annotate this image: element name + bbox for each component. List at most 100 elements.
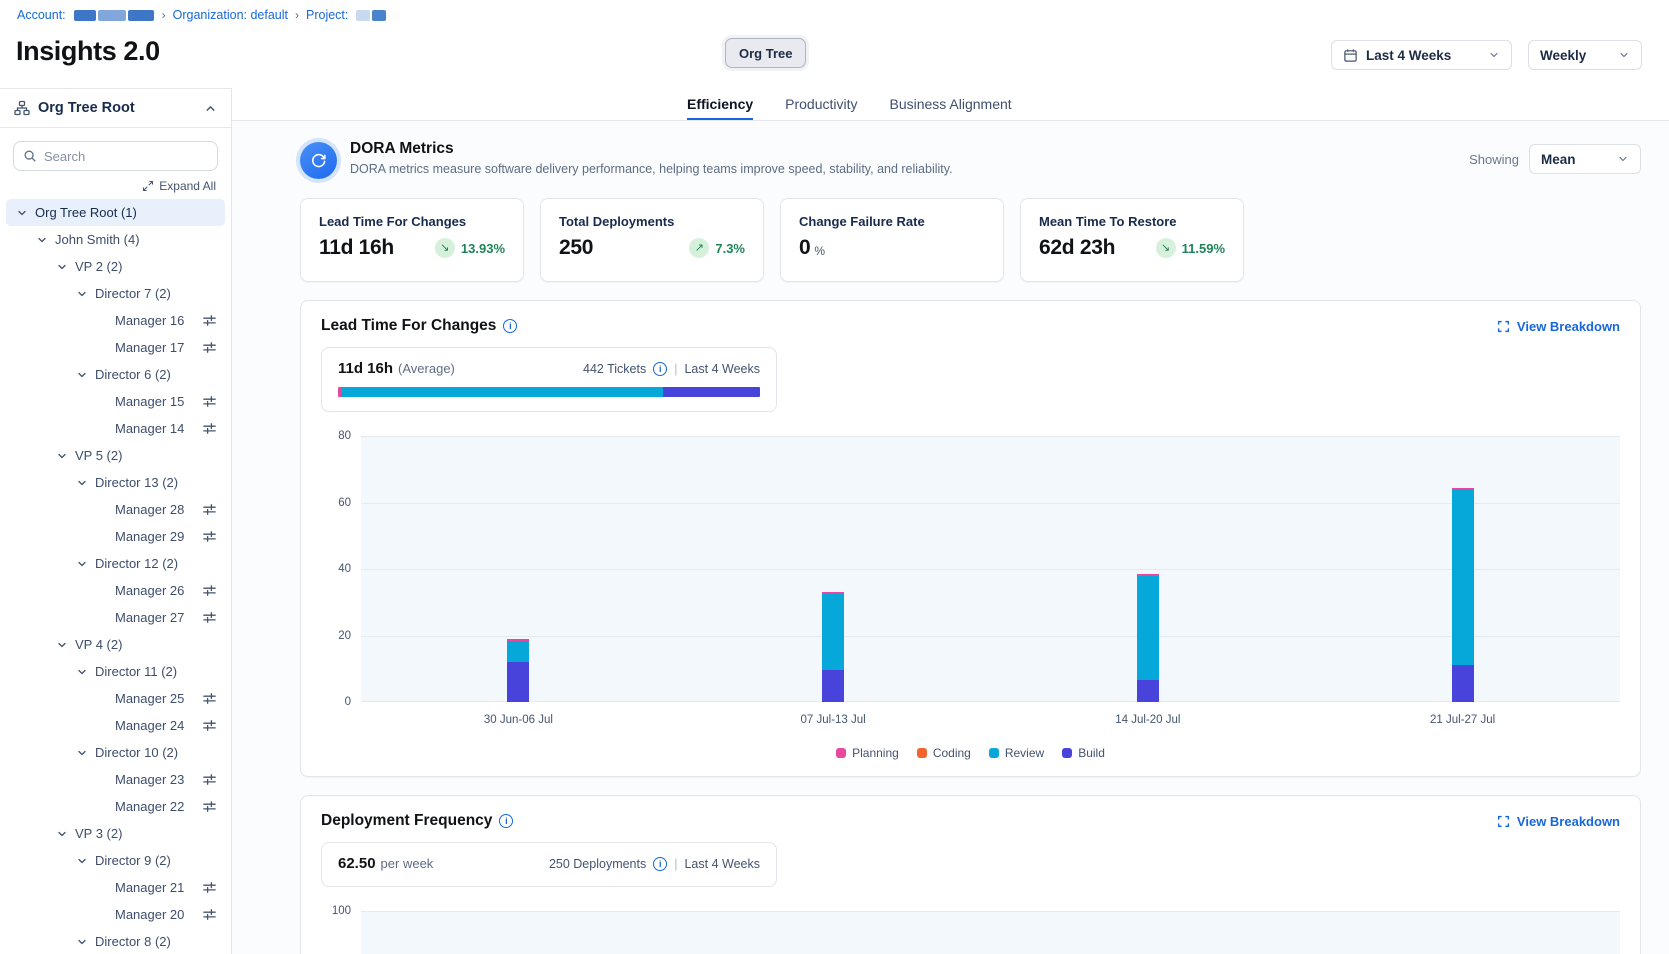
breadcrumb-organization-link[interactable]: Organization: default bbox=[173, 8, 288, 22]
redacted-text-block bbox=[74, 10, 96, 21]
breadcrumb-account-link[interactable]: Account: bbox=[17, 8, 66, 22]
tree-row[interactable]: VP 4 (2) bbox=[6, 631, 225, 658]
x-axis-label: 14 Jul-20 Jul bbox=[991, 714, 1306, 726]
tree-row[interactable]: Manager 24 bbox=[6, 712, 225, 739]
tab-efficiency[interactable]: Efficiency bbox=[687, 88, 753, 120]
legend-item-coding[interactable]: Coding bbox=[917, 746, 971, 760]
info-icon[interactable]: i bbox=[653, 857, 667, 871]
org-tree-list[interactable]: Org Tree Root (1) John Smith (4) VP 2 (2… bbox=[0, 195, 231, 954]
tree-row[interactable]: Director 11 (2) bbox=[6, 658, 225, 685]
tree-row[interactable]: VP 5 (2) bbox=[6, 442, 225, 469]
metric-label: Lead Time For Changes bbox=[319, 214, 505, 229]
expand-all-button[interactable]: Expand All bbox=[142, 179, 216, 193]
filter-settings-icon[interactable] bbox=[202, 610, 217, 625]
tree-row[interactable]: Director 7 (2) bbox=[6, 280, 225, 307]
tree-row[interactable]: VP 2 (2) bbox=[6, 253, 225, 280]
tree-row[interactable]: Director 6 (2) bbox=[6, 361, 225, 388]
tree-row[interactable]: Manager 21 bbox=[6, 874, 225, 901]
legend-item-build[interactable]: Build bbox=[1062, 746, 1105, 760]
chevron-down-icon bbox=[1617, 153, 1629, 165]
filter-settings-icon[interactable] bbox=[202, 772, 217, 787]
divider: | bbox=[674, 362, 677, 376]
main-content[interactable]: DORA Metrics DORA metrics measure softwa… bbox=[232, 121, 1669, 954]
filter-settings-icon[interactable] bbox=[202, 421, 217, 436]
showing-select[interactable]: Mean bbox=[1529, 144, 1641, 174]
date-range-select[interactable]: Last 4 Weeks bbox=[1331, 40, 1512, 70]
chevron-down-icon[interactable] bbox=[76, 477, 88, 489]
bar-segment-build bbox=[1137, 680, 1159, 702]
lead-time-view-breakdown-button[interactable]: View Breakdown bbox=[1497, 319, 1620, 334]
granularity-select[interactable]: Weekly bbox=[1528, 40, 1642, 70]
filter-settings-icon[interactable] bbox=[202, 907, 217, 922]
tree-row[interactable]: VP 3 (2) bbox=[6, 820, 225, 847]
legend-item-planning[interactable]: Planning bbox=[836, 746, 899, 760]
chevron-down-icon[interactable] bbox=[76, 288, 88, 300]
tree-row[interactable]: Director 10 (2) bbox=[6, 739, 225, 766]
tree-row[interactable]: Director 8 (2) bbox=[6, 928, 225, 954]
granularity-value: Weekly bbox=[1540, 48, 1586, 63]
tab-productivity[interactable]: Productivity bbox=[785, 88, 857, 120]
tree-row[interactable]: Manager 29 bbox=[6, 523, 225, 550]
tree-row[interactable]: Manager 22 bbox=[6, 793, 225, 820]
info-icon[interactable]: i bbox=[653, 362, 667, 376]
tree-row[interactable]: Manager 16 bbox=[6, 307, 225, 334]
tree-row[interactable]: Manager 20 bbox=[6, 901, 225, 928]
chevron-down-icon[interactable] bbox=[36, 234, 48, 246]
sidebar-title: Org Tree Root bbox=[38, 100, 196, 116]
bar-segment-review bbox=[507, 641, 529, 663]
filter-settings-icon[interactable] bbox=[202, 502, 217, 517]
chevron-down-icon[interactable] bbox=[56, 639, 68, 651]
breadcrumb-project-link[interactable]: Project: bbox=[306, 8, 348, 22]
filter-settings-icon[interactable] bbox=[202, 718, 217, 733]
legend-item-review[interactable]: Review bbox=[989, 746, 1044, 760]
chevron-down-icon[interactable] bbox=[76, 558, 88, 570]
legend-swatch bbox=[917, 748, 927, 758]
filter-settings-icon[interactable] bbox=[202, 799, 217, 814]
tree-row[interactable]: Director 9 (2) bbox=[6, 847, 225, 874]
chevron-down-icon[interactable] bbox=[76, 936, 88, 948]
breadcrumb-separator-icon: › bbox=[295, 8, 299, 22]
chevron-down-icon[interactable] bbox=[76, 369, 88, 381]
collapse-sidebar-chevron-up-icon[interactable] bbox=[204, 102, 217, 115]
info-icon[interactable]: i bbox=[499, 814, 513, 828]
chevron-down-icon[interactable] bbox=[76, 855, 88, 867]
chevron-down-icon[interactable] bbox=[76, 747, 88, 759]
tree-row[interactable]: Manager 17 bbox=[6, 334, 225, 361]
gridline bbox=[361, 701, 1620, 702]
org-tree-sidebar: Org Tree Root Expand All Org Tree Root (… bbox=[0, 88, 232, 954]
filter-settings-icon[interactable] bbox=[202, 529, 217, 544]
chevron-down-icon[interactable] bbox=[56, 828, 68, 840]
deployment-view-breakdown-button[interactable]: View Breakdown bbox=[1497, 814, 1620, 829]
chevron-down-icon[interactable] bbox=[76, 666, 88, 678]
filter-settings-icon[interactable] bbox=[202, 340, 217, 355]
filter-settings-icon[interactable] bbox=[202, 394, 217, 409]
tree-search[interactable] bbox=[13, 141, 218, 171]
tree-row[interactable]: Director 12 (2) bbox=[6, 550, 225, 577]
tree-row[interactable]: Manager 23 bbox=[6, 766, 225, 793]
org-tree-button-label: Org Tree bbox=[739, 46, 792, 61]
chevron-down-icon[interactable] bbox=[56, 261, 68, 273]
tree-row[interactable]: Manager 15 bbox=[6, 388, 225, 415]
tab-label: Efficiency bbox=[687, 96, 753, 112]
chevron-down-icon[interactable] bbox=[56, 450, 68, 462]
org-tree-toggle-button[interactable]: Org Tree bbox=[725, 38, 806, 68]
tree-row[interactable]: Director 13 (2) bbox=[6, 469, 225, 496]
chevron-down-icon[interactable] bbox=[16, 207, 28, 219]
tab-business-alignment[interactable]: Business Alignment bbox=[890, 88, 1012, 120]
tree-row[interactable]: Manager 27 bbox=[6, 604, 225, 631]
tree-row[interactable]: Manager 25 bbox=[6, 685, 225, 712]
tree-row[interactable]: Manager 26 bbox=[6, 577, 225, 604]
filter-settings-icon[interactable] bbox=[202, 691, 217, 706]
info-icon[interactable]: i bbox=[503, 319, 517, 333]
tree-row[interactable]: Manager 14 bbox=[6, 415, 225, 442]
filter-settings-icon[interactable] bbox=[202, 313, 217, 328]
filter-settings-icon[interactable] bbox=[202, 880, 217, 895]
tree-node-label: John Smith (4) bbox=[55, 232, 140, 247]
gridline bbox=[361, 436, 1620, 437]
search-input[interactable] bbox=[44, 149, 208, 164]
tree-row[interactable]: John Smith (4) bbox=[6, 226, 225, 253]
tree-row[interactable]: Manager 28 bbox=[6, 496, 225, 523]
redacted-text-block bbox=[356, 10, 370, 21]
filter-settings-icon[interactable] bbox=[202, 583, 217, 598]
tree-row[interactable]: Org Tree Root (1) bbox=[6, 199, 225, 226]
